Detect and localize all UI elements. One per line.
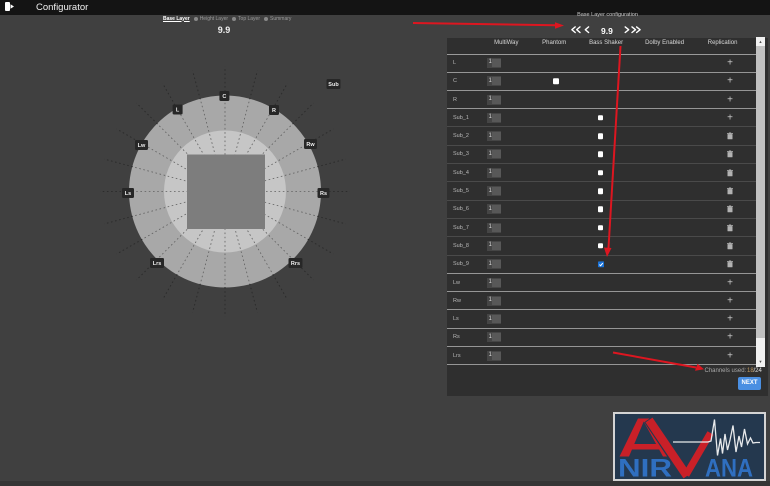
svg-text:Sub: Sub [328, 82, 339, 88]
svg-text:Rs: Rs [320, 191, 327, 197]
svg-text:R: R [272, 108, 276, 114]
svg-text:Lw: Lw [138, 143, 146, 149]
svg-text:Rrs: Rrs [291, 261, 300, 267]
svg-text:Rw: Rw [306, 142, 315, 148]
svg-text:ANA: ANA [705, 455, 753, 480]
svg-text:NIR: NIR [618, 455, 672, 480]
svg-text:Lrs: Lrs [153, 261, 162, 267]
svg-text:C: C [222, 94, 226, 100]
svg-text:Ls: Ls [125, 191, 131, 197]
